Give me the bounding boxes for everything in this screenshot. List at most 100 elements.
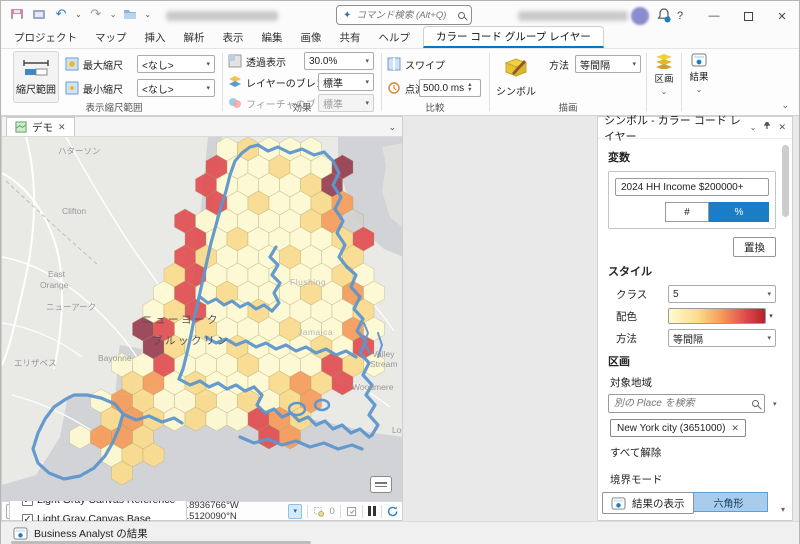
command-search-input[interactable] [356,10,453,21]
ribbon-tab[interactable]: 表示 [214,28,253,48]
feedback-widget-icon[interactable] [370,476,392,493]
panel-menu-chevron-icon[interactable]: ⌄ [750,123,757,132]
map-tab-bar: デモ ✕ ⌄ [2,117,402,137]
scale-range-icon [23,59,49,77]
save-project-icon[interactable] [9,6,25,22]
select-box-icon[interactable] [346,505,357,518]
group-caption-effects: 効果 [226,100,378,114]
undo-menu-chevron-icon[interactable]: ⌄ [75,10,82,19]
ribbon-tab[interactable]: マップ [86,28,136,48]
max-scale-dropdown[interactable]: <なし>▾ [137,55,215,73]
swipe-button[interactable]: スワイプ [387,55,445,73]
method-dropdown[interactable]: 等間隔▾ [575,55,641,73]
symbology-panel: シンボル - カラー コード レイヤー ⌄ ✕ 変数 2024 HH Incom… [597,116,793,521]
ribbon-tab[interactable]: 共有 [331,28,370,48]
results-button[interactable]: 結果 ⌄ [686,53,712,94]
map-tab-demo[interactable]: デモ ✕ [6,117,75,136]
swipe-icon [387,57,401,71]
pin-icon[interactable] [763,121,771,134]
classes-label: クラス [608,287,668,302]
tab-list-chevron-icon[interactable]: ⌄ [388,122,396,133]
map-label: Orange [40,280,69,290]
undo-icon[interactable]: ↶ [53,6,69,22]
map-label: Bayonne [98,353,132,363]
scale-range-button[interactable]: 縮尺範囲 [13,51,59,103]
variable-name-field[interactable]: 2024 HH Income $200000+ [615,178,769,196]
ribbon-tab[interactable]: プロジェクト [5,28,86,48]
account-name-redacted [518,11,628,21]
style-section-title: スタイル [608,263,776,279]
results-icon [611,497,626,510]
flicker-icon [387,81,401,95]
map-view: デモ ✕ ⌄ [1,116,403,521]
refresh-icon[interactable] [387,505,398,518]
ribbon-tab[interactable]: 挿入 [136,28,175,48]
ramp-chevron-icon: ▾ [766,312,776,320]
max-scale-icon [65,57,79,71]
show-results-button[interactable]: 結果の表示 [602,492,694,514]
clear-all-link[interactable]: すべて解除 [610,445,776,460]
open-folder-icon[interactable] [122,6,138,22]
ribbon-group-visibility-range: 縮尺範囲 最大縮尺 <なし>▾ 最小縮尺 <なし>▾ 表示縮尺範囲 [9,49,219,115]
pause-drawing-icon[interactable] [368,506,376,516]
boundary-hexagon-button[interactable]: 六角形 [689,492,768,512]
ribbon-tab-row: プロジェクトマップ挿入解析表示編集画像共有ヘルプ カラー コード グループ レイ… [1,31,799,48]
close-button[interactable]: ✕ [765,1,799,31]
method-dropdown[interactable]: 等間隔▾ [668,329,776,347]
ribbon-tab[interactable]: 画像 [292,28,331,48]
scale-range-label: 縮尺範囲 [16,81,56,96]
ribbon-group-draw: シンボル 方法 等間隔▾ 描画 [493,49,643,115]
remove-place-icon[interactable]: ✕ [731,423,739,434]
coordinates-chevron-icon[interactable]: ▾ [288,504,302,519]
transparency-dropdown[interactable]: 30.0%▾ [304,52,374,70]
percent-toggle-button[interactable]: % [709,202,769,222]
place-options-chevron-icon[interactable]: ▾ [773,400,777,408]
map-label: Clifton [62,206,86,216]
scrollbar-thumb[interactable] [782,145,789,217]
tab-color-coded-group-layer[interactable]: カラー コード グループ レイヤー [423,26,604,48]
redo-icon[interactable]: ↷ [88,6,104,22]
ribbon-collapse-chevron-icon[interactable]: ⌄ [781,100,789,111]
min-scale-icon [65,81,79,95]
ribbon-tab[interactable]: 解析 [175,28,214,48]
close-tab-icon[interactable]: ✕ [58,122,66,133]
panel-close-icon[interactable]: ✕ [778,122,786,133]
minimize-button[interactable]: — [697,1,731,31]
map-label: ハターソン [58,146,101,156]
maximize-button[interactable] [731,1,765,31]
avatar[interactable] [631,7,649,25]
command-search[interactable]: ✦ [336,5,472,25]
coordinates-readout: 73.8936766°W 40.5120090°N [176,500,285,522]
flicker-interval-spinner[interactable]: 500.0 ms▲▼ [419,79,481,97]
scroll-down-chevron-icon[interactable]: ▾ [781,505,785,514]
selected-place-chip[interactable]: New York city (3651000) ✕ [610,419,746,437]
command-search-sparkle-icon: ✦ [343,10,351,21]
place-search-input[interactable] [614,398,748,409]
layer-blend-dropdown[interactable]: 標準▾ [318,73,374,91]
ribbon-tab[interactable]: 編集 [253,28,292,48]
color-ramp-dropdown[interactable] [668,308,766,324]
min-scale-dropdown[interactable]: <なし>▾ [137,79,215,97]
map-label: ニューアーク [46,302,96,312]
min-scale-label: 最小縮尺 [83,81,123,96]
map-label: エリザベス [14,358,57,368]
replace-button[interactable]: 置換 [733,237,776,257]
symbology-icon [503,57,529,79]
count-toggle-button[interactable]: # [665,202,709,222]
help-button[interactable]: ? [663,1,697,31]
search-icon [458,12,465,19]
place-search-box[interactable] [608,394,765,413]
business-analyst-results-item[interactable]: Business Analyst の結果 [13,526,148,541]
package-icon[interactable] [31,6,47,22]
symbology-button[interactable]: シンボル [493,51,539,103]
zones-button[interactable]: 区画 ⌄ [651,53,677,96]
panel-scrollbar[interactable]: ▾ [781,143,790,512]
classes-dropdown[interactable]: 5▾ [668,285,776,303]
qat-overflow-chevron-icon[interactable]: ⌄ [144,10,151,19]
map-label: Stream [370,359,397,369]
map-canvas[interactable]: ハターソンCliftonEastOrangeニューアークエリザベスBayonne… [2,137,402,501]
ribbon-tab[interactable]: ヘルプ [370,28,420,48]
redo-menu-chevron-icon[interactable]: ⌄ [110,10,117,19]
zones-icon [655,53,673,69]
variable-box: 2024 HH Income $200000+ # % [608,171,776,229]
